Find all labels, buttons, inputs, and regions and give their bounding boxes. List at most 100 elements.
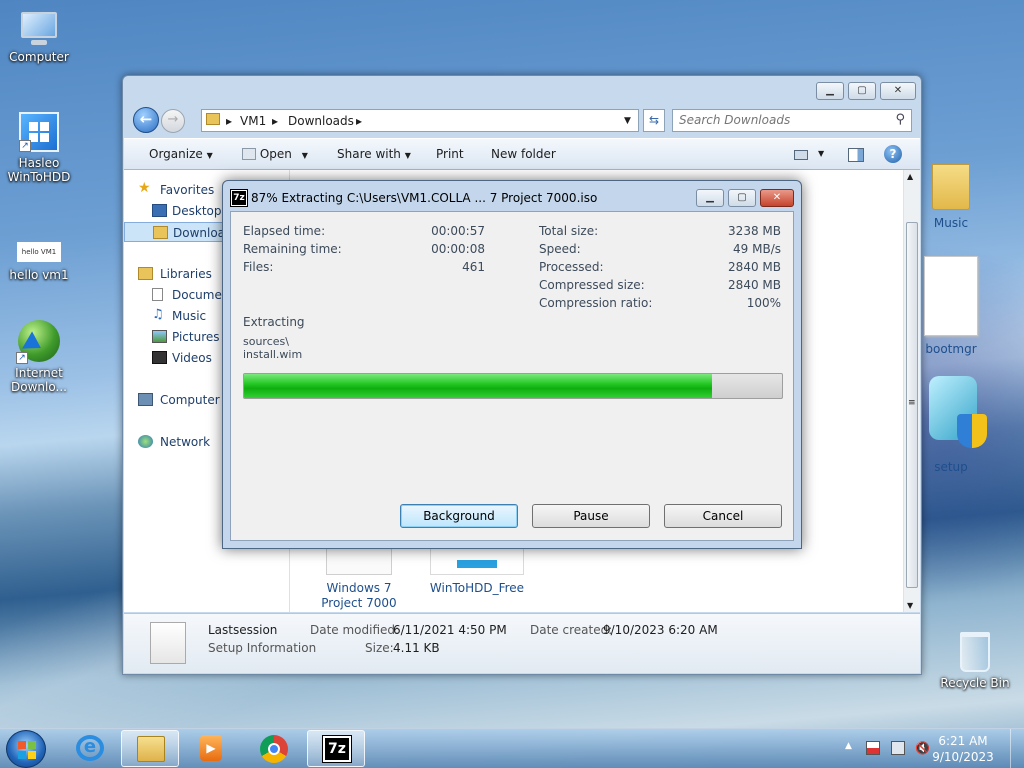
desktop-icon-hasleo-wintohdd[interactable]: ↗ Hasleo WinToHDD [2, 112, 76, 184]
current-path-line1: sources\ [243, 335, 289, 348]
new-folder-button[interactable]: New folder [491, 147, 556, 161]
share-with-button[interactable]: Share with ▼ [337, 147, 411, 161]
details-pane: Lastsession Setup Information Date modif… [124, 613, 920, 673]
clock-time: 6:21 AM [938, 734, 988, 748]
taskbar-windows-explorer[interactable] [121, 730, 179, 767]
processed-value: 2840 MB [728, 260, 781, 274]
text-file-icon: hello VM1 [17, 242, 61, 262]
command-bar: Organize ▼ Open ▼ Share with ▼ Print New… [124, 138, 920, 170]
address-bar[interactable]: ▸ VM1 ▸ Downloads ▸ ▼ [201, 109, 639, 132]
file-label: setup [934, 460, 968, 474]
extraction-progress-bar [243, 373, 783, 399]
forward-button[interactable]: → [161, 109, 185, 133]
taskbar-clock[interactable]: 6:21 AM 9/10/2023 [928, 733, 998, 765]
file-item-music[interactable]: Music [921, 164, 981, 231]
open-button[interactable]: Open ▼ [242, 147, 308, 161]
breadcrumb-vm1[interactable]: VM1 [240, 114, 266, 128]
chevron-down-icon: ▼ [301, 151, 308, 160]
folder-icon [932, 164, 970, 210]
search-box[interactable]: ⚲ [672, 109, 912, 132]
chevron-down-icon[interactable]: ▼ [818, 149, 824, 158]
preview-pane-icon[interactable] [848, 148, 864, 162]
refresh-button[interactable]: ⇆ [643, 109, 665, 132]
wintohdd-icon: ↗ [19, 112, 59, 152]
files-label: Files: [243, 260, 274, 274]
file-item-setup[interactable]: setup [921, 374, 987, 475]
files-value: 461 [462, 260, 485, 274]
file-label: WinToHDD_Free [429, 581, 525, 595]
chevron-down-icon: ▼ [404, 151, 411, 160]
total-size-label: Total size: [539, 224, 599, 238]
breadcrumb-downloads[interactable]: Downloads [288, 114, 354, 128]
file-item-bootmgr[interactable]: bootmgr [921, 256, 981, 357]
scroll-grip-icon: ≡ [908, 398, 916, 408]
chrome-icon [260, 735, 288, 763]
background-button[interactable]: Background [400, 504, 518, 528]
pause-button[interactable]: Pause [532, 504, 650, 528]
music-icon: ♫ [152, 307, 164, 322]
7zip-icon: 7z [322, 735, 352, 763]
start-button[interactable] [6, 730, 46, 768]
minimize-button[interactable]: ▁ [816, 82, 844, 100]
network-icon[interactable] [891, 741, 905, 755]
7zip-app-icon: 7z [230, 189, 248, 207]
internet-explorer-icon: e [76, 735, 104, 761]
desktop-icon-label: Hasleo WinToHDD [7, 156, 71, 184]
computer-icon [138, 393, 153, 406]
downloads-folder-icon [153, 226, 168, 239]
setup-shield-icon [923, 374, 987, 454]
nav-label: Music [172, 309, 207, 323]
nav-label: Favorites [160, 183, 215, 197]
details-file-type: Setup Information [208, 641, 317, 655]
taskbar-7zip[interactable]: 7z [307, 730, 365, 767]
dialog-close-button[interactable]: ✕ [760, 189, 794, 207]
taskbar: e ▶ 7z ▲ 🔇 6:21 AM 9/10/2023 [0, 728, 1024, 768]
details-modified-label: Date modified: [310, 623, 400, 637]
dialog-maximize-button[interactable]: ▢ [728, 189, 756, 207]
remaining-time-value: 00:00:08 [431, 242, 485, 256]
pictures-icon [152, 330, 167, 343]
desktop-icon-computer[interactable]: Computer [2, 10, 76, 64]
details-modified-value: 6/11/2021 4:50 PM [393, 623, 507, 637]
show-hidden-icons-button[interactable]: ▲ [845, 741, 859, 755]
close-button[interactable]: ✕ [880, 82, 916, 100]
share-with-label: Share with [337, 147, 401, 161]
print-button[interactable]: Print [436, 147, 464, 161]
search-icon[interactable]: ⚲ [895, 112, 905, 127]
breadcrumb-separator-icon: ▸ [356, 114, 363, 128]
organize-button[interactable]: Organize ▼ [149, 147, 213, 161]
dialog-title: 87% Extracting C:\Users\VM1.COLLA ... 7 … [251, 191, 598, 205]
details-created-value: 9/10/2023 6:20 AM [603, 623, 718, 637]
action-center-flag-icon[interactable] [866, 741, 880, 755]
search-input[interactable] [679, 113, 879, 127]
progress-bar-fill [244, 374, 713, 398]
taskbar-chrome[interactable] [245, 730, 303, 767]
dialog-minimize-button[interactable]: ▁ [696, 189, 724, 207]
computer-icon [17, 10, 61, 46]
volume-muted-icon[interactable]: 🔇 [915, 741, 930, 755]
back-button[interactable]: ← [133, 107, 159, 133]
extraction-progress-dialog[interactable]: 7z 87% Extracting C:\Users\VM1.COLLA ...… [222, 180, 802, 549]
desktop-icon-internet-download-manager[interactable]: ↗ Internet Downlo... [2, 320, 76, 394]
address-dropdown-icon[interactable]: ▼ [624, 116, 631, 126]
videos-icon [152, 351, 167, 364]
scroll-up-icon[interactable]: ▲ [907, 172, 913, 181]
scroll-down-icon[interactable]: ▼ [907, 601, 913, 610]
compressed-size-value: 2840 MB [728, 278, 781, 292]
desktop-icon-hello-vm1[interactable]: hello VM1 hello vm1 [2, 234, 76, 282]
desktop-icon-recycle-bin[interactable]: Recycle Bin [938, 632, 1012, 690]
dialog-body: Elapsed time: 00:00:57 Remaining time: 0… [230, 211, 794, 541]
taskbar-internet-explorer[interactable]: e [61, 730, 119, 767]
remaining-time-label: Remaining time: [243, 242, 342, 256]
help-icon[interactable]: ? [884, 145, 902, 163]
nav-label: Computer [160, 393, 220, 407]
total-size-value: 3238 MB [728, 224, 781, 238]
taskbar-media-player[interactable]: ▶ [181, 730, 239, 767]
show-desktop-button[interactable] [1010, 729, 1024, 768]
vertical-scrollbar[interactable]: ▲ ≡ ▼ [903, 170, 920, 612]
speed-label: Speed: [539, 242, 581, 256]
maximize-button[interactable]: ▢ [848, 82, 876, 100]
cancel-button[interactable]: Cancel [664, 504, 782, 528]
network-icon [138, 435, 153, 448]
change-view-icon[interactable] [794, 150, 808, 160]
